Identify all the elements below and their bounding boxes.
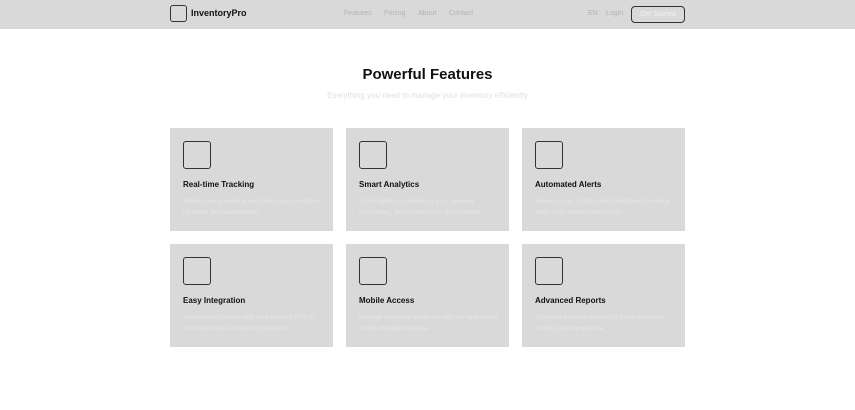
alert-icon <box>535 141 563 169</box>
logo-icon[interactable] <box>170 5 187 22</box>
feature-description: Monitor stock levels in real-time across… <box>183 198 320 216</box>
mobile-icon <box>359 257 387 285</box>
feature-title: Smart Analytics <box>359 180 420 189</box>
section-subtitle: Everything you need to manage your inven… <box>327 91 528 100</box>
integration-icon <box>183 257 211 285</box>
nav-link-about[interactable]: About <box>418 10 436 17</box>
feature-description: Get insights into inventory rms, demand … <box>359 198 483 216</box>
feature-description: Manage inventory on-the-go with our resp… <box>359 314 499 332</box>
analytics-icon <box>359 141 387 169</box>
feature-title: Automated Alerts <box>535 180 602 189</box>
nav-link-features[interactable]: Features <box>344 10 372 17</box>
section-title: Powerful Features <box>362 66 493 83</box>
feature-card-smart-analytics: Smart Analytics Get insights into invent… <box>346 128 509 231</box>
feature-title: Real-time Tracking <box>183 180 255 189</box>
top-navigation-bar: InventoryPro Features Pricing About Cont… <box>0 0 855 29</box>
feature-card-real-time-tracking: Real-time Tracking Monitor stock levels … <box>170 128 333 231</box>
feature-card-mobile-access: Mobile Access Manage inventory on-the-go… <box>346 244 509 347</box>
feature-description: Never run out of stock with intelligent … <box>535 198 670 216</box>
feature-title: Advanced Reports <box>535 296 606 305</box>
language-selector[interactable]: EN <box>588 10 598 17</box>
login-link[interactable]: Login <box>606 10 623 17</box>
feature-description: Seamlessly connect with your existing ER… <box>183 314 317 332</box>
feature-description: Generate detailed reports for better dec… <box>535 314 665 332</box>
brand-name[interactable]: InventoryPro <box>191 8 247 18</box>
feature-title: Mobile Access <box>359 296 415 305</box>
reports-icon <box>535 257 563 285</box>
feature-card-easy-integration: Easy Integration Seamlessly connect with… <box>170 244 333 347</box>
tracking-icon <box>183 141 211 169</box>
feature-card-automated-alerts: Automated Alerts Never run out of stock … <box>522 128 685 231</box>
nav-link-contact[interactable]: Contact <box>449 10 473 17</box>
feature-card-advanced-reports: Advanced Reports Generate detailed repor… <box>522 244 685 347</box>
nav-link-pricing[interactable]: Pricing <box>384 10 405 17</box>
feature-title: Easy Integration <box>183 296 246 305</box>
get-started-button[interactable]: Get Started <box>631 6 685 23</box>
